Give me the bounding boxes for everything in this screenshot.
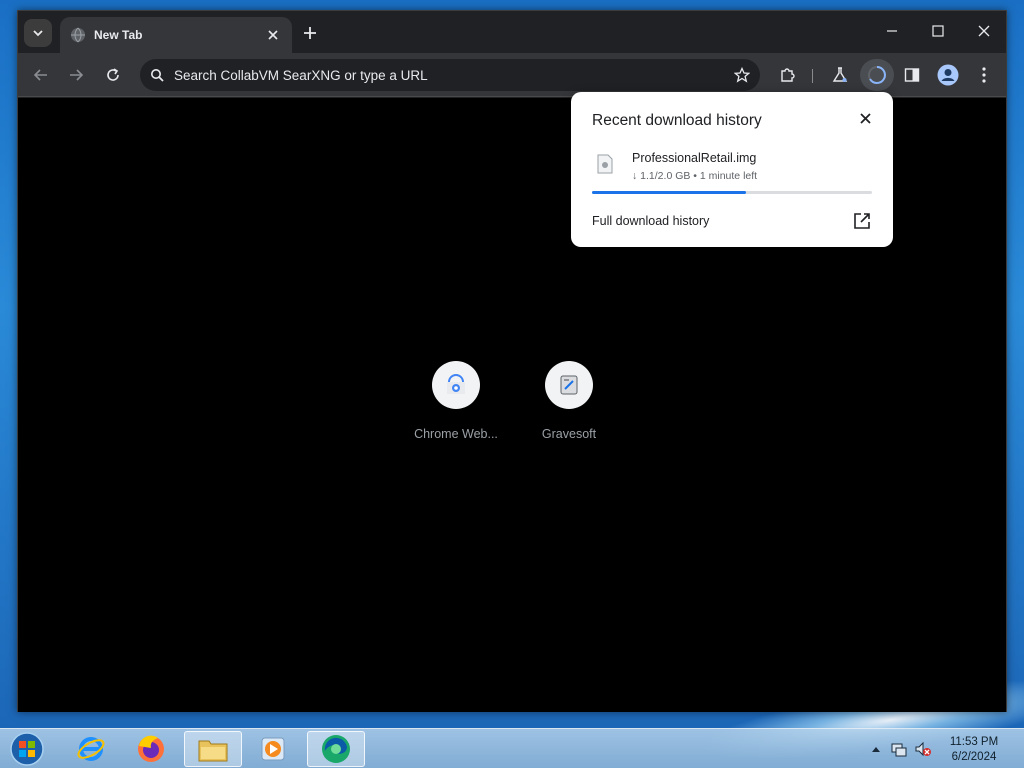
internet-explorer-icon	[77, 737, 105, 761]
network-tray-icon[interactable]	[891, 741, 907, 757]
taskbar-edge[interactable]	[307, 731, 365, 767]
toolbar-separator	[812, 69, 813, 83]
labs-button[interactable]	[826, 61, 854, 89]
address-bar[interactable]: Search CollabVM SearXNG or type a URL	[140, 59, 760, 91]
toolbar: Search CollabVM SearXNG or type a URL	[18, 53, 1006, 97]
arrow-left-icon	[34, 69, 47, 81]
network-icon	[891, 743, 907, 757]
forward-button[interactable]	[62, 61, 90, 89]
download-file-status: ↓ 1.1/2.0 GB • 1 minute left	[632, 170, 758, 182]
clock-date: 6/2/2024	[951, 751, 997, 763]
bookmark-star-button[interactable]	[734, 67, 750, 83]
download-bubble-close-button[interactable]	[857, 110, 873, 126]
back-button[interactable]	[27, 61, 55, 89]
taskbar-firefox[interactable]	[122, 731, 180, 767]
gravesoft-icon	[560, 375, 578, 395]
windows-start-orb-icon	[10, 732, 44, 766]
chevron-down-icon	[33, 30, 43, 37]
maximize-icon	[932, 25, 944, 37]
full-download-history-link[interactable]: Full download history	[592, 214, 709, 228]
download-progress-fill	[592, 191, 746, 194]
address-bar-text: Search CollabVM SearXNG or type a URL	[174, 67, 428, 83]
close-icon	[859, 112, 871, 124]
close-window-button[interactable]	[964, 17, 1004, 45]
download-progress-bar	[592, 191, 872, 194]
side-panel-icon	[904, 68, 920, 82]
tab-strip: New Tab	[18, 11, 1006, 53]
tab-title: New Tab	[94, 28, 143, 42]
extensions-button[interactable]	[773, 61, 801, 89]
profile-button[interactable]	[934, 61, 962, 89]
open-in-new-icon[interactable]	[853, 212, 871, 230]
plus-icon	[304, 27, 316, 39]
shortcut-icon-circle	[432, 361, 480, 409]
system-clock[interactable]: 11:53 PM 6/2/2024	[940, 735, 1008, 765]
file-explorer-icon	[198, 740, 228, 762]
chevron-up-icon	[872, 747, 880, 752]
search-icon	[151, 69, 164, 82]
shortcut-chrome-web-store[interactable]: Chrome Web...	[400, 361, 512, 441]
media-player-icon	[261, 737, 285, 761]
arrow-right-icon	[70, 69, 83, 81]
shortcut-icon-circle	[545, 361, 593, 409]
file-icon	[597, 154, 613, 174]
show-hidden-icons-button[interactable]	[868, 741, 884, 757]
new-tab-button[interactable]	[298, 21, 322, 45]
maximize-button[interactable]	[918, 17, 958, 45]
chrome-web-store-icon	[447, 374, 465, 394]
avatar-icon	[937, 64, 959, 86]
minimize-button[interactable]	[872, 17, 912, 45]
reload-icon	[107, 68, 119, 81]
kebab-menu-icon	[982, 67, 986, 83]
tab-close-button[interactable]	[264, 26, 282, 44]
volume-tray-icon[interactable]	[915, 741, 931, 757]
downloads-button[interactable]	[860, 59, 894, 91]
side-panel-button[interactable]	[898, 61, 926, 89]
shortcut-label: Chrome Web...	[414, 427, 498, 441]
download-bubble-heading: Recent download history	[592, 112, 762, 129]
minimize-icon	[887, 30, 897, 32]
close-icon	[268, 30, 278, 40]
taskbar: 11:53 PM 6/2/2024	[0, 728, 1024, 768]
flask-icon	[832, 67, 848, 82]
star-icon	[734, 67, 750, 83]
globe-icon	[71, 27, 85, 43]
shortcut-label: Gravesoft	[541, 427, 597, 441]
edge-icon	[322, 735, 350, 763]
tab-new-tab[interactable]: New Tab	[60, 17, 292, 53]
download-file-name[interactable]: ProfessionalRetail.img	[632, 151, 756, 165]
reload-button[interactable]	[99, 61, 127, 89]
volume-muted-icon	[915, 741, 931, 757]
taskbar-media-player[interactable]	[244, 731, 302, 767]
shortcut-gravesoft[interactable]: Gravesoft	[513, 361, 625, 441]
download-progress-ring-icon	[868, 66, 886, 84]
puzzle-icon	[781, 68, 795, 82]
clock-time: 11:53 PM	[949, 736, 999, 748]
taskbar-file-explorer[interactable]	[184, 731, 242, 767]
close-icon	[978, 25, 990, 37]
firefox-icon	[138, 735, 164, 762]
menu-button[interactable]	[970, 61, 998, 89]
taskbar-internet-explorer[interactable]	[62, 731, 120, 767]
start-button[interactable]	[8, 731, 46, 767]
tab-search-button[interactable]	[24, 19, 52, 47]
download-bubble: Recent download history ProfessionalReta…	[571, 92, 893, 247]
